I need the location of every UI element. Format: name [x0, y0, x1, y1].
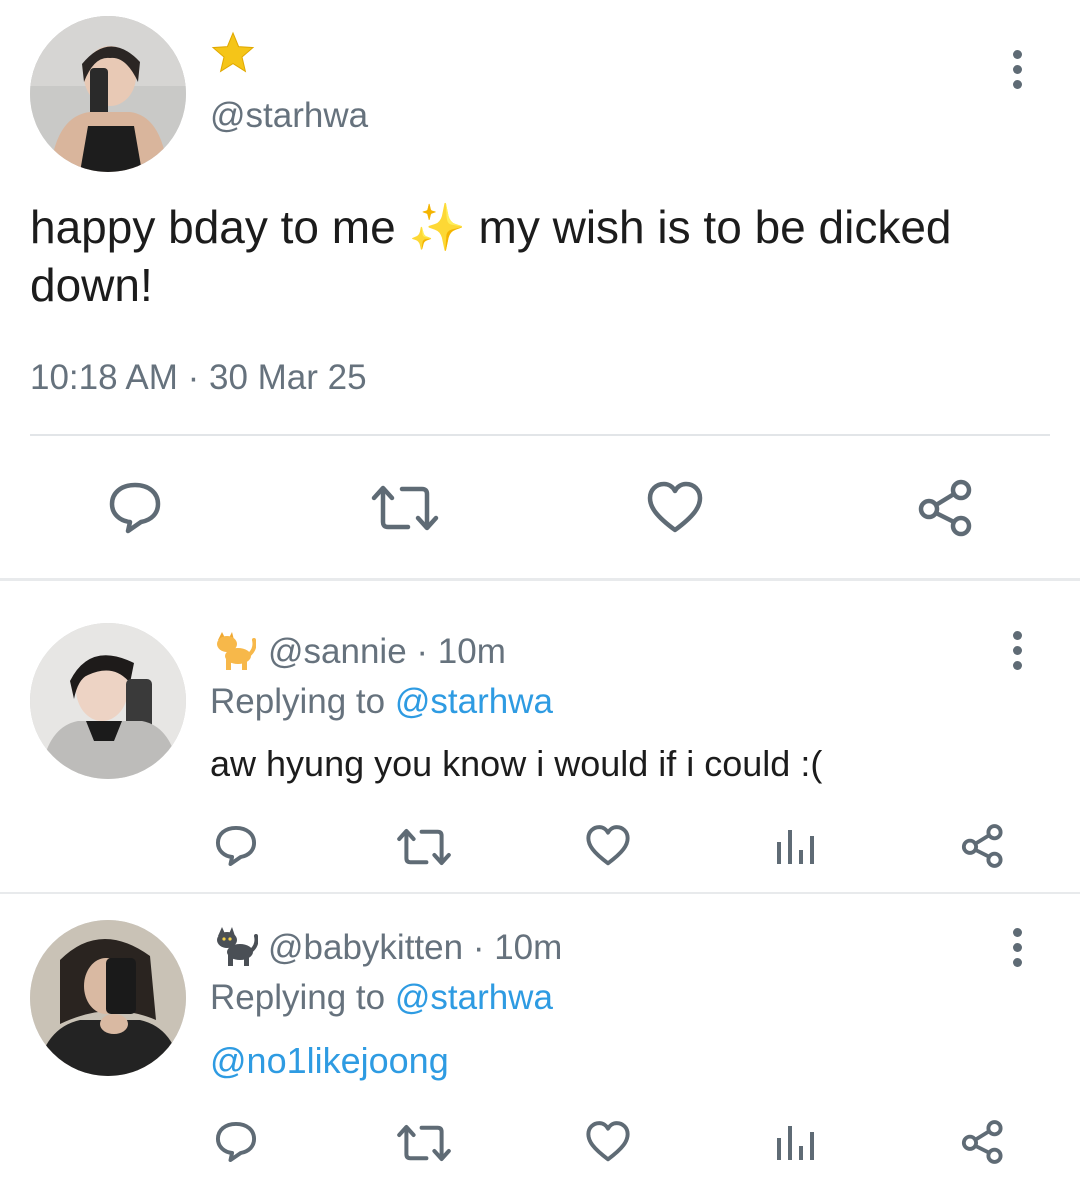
replying-to-label: Replying to: [210, 978, 386, 1017]
replying-to: Replying to @starhwa: [210, 978, 553, 1018]
section-divider: [0, 892, 1080, 894]
avatar-photo: [30, 623, 186, 779]
divider: [30, 434, 1050, 436]
star-emoji: [210, 30, 256, 76]
reply-icon[interactable]: [213, 824, 259, 868]
reply-time: · 10m: [416, 632, 506, 671]
avatar-photo: [30, 16, 186, 172]
replying-to-handle[interactable]: @starhwa: [395, 682, 553, 721]
author-handle[interactable]: @starhwa: [210, 96, 368, 136]
black-cat-emoji: [212, 924, 259, 968]
tweet-text-line-1: happy bday to me ✨ my wish is to be dick…: [30, 201, 952, 253]
mention-link[interactable]: @no1likejoong: [210, 1040, 449, 1082]
avatar[interactable]: [30, 623, 186, 779]
author-handle[interactable]: @sannie: [268, 632, 407, 671]
author-handle[interactable]: @babykitten: [268, 928, 463, 967]
more-options-icon[interactable]: [1007, 50, 1027, 89]
retweet-icon[interactable]: [396, 826, 452, 868]
cat-emoji: [212, 628, 257, 672]
more-options-icon[interactable]: [1007, 928, 1027, 967]
like-icon[interactable]: [585, 824, 631, 868]
reply-icon[interactable]: [106, 480, 164, 536]
tweet-text: happy bday to me ✨ my wish is to be dick…: [30, 198, 1040, 314]
share-icon[interactable]: [960, 823, 1006, 869]
reply-icon[interactable]: [213, 1120, 259, 1164]
more-options-icon[interactable]: [1007, 631, 1027, 670]
replying-to: Replying to @starhwa: [210, 682, 553, 722]
share-icon[interactable]: [960, 1119, 1006, 1165]
avatar[interactable]: [30, 16, 186, 172]
retweet-icon[interactable]: [370, 482, 440, 534]
share-icon[interactable]: [916, 478, 976, 538]
like-icon[interactable]: [585, 1120, 631, 1164]
views-icon[interactable]: [775, 828, 817, 866]
tweet-text-line-2: down!: [30, 259, 153, 311]
replying-to-handle[interactable]: @starhwa: [395, 978, 553, 1017]
reply-header: @sannie · 10m: [268, 632, 506, 672]
avatar[interactable]: [30, 920, 186, 1076]
retweet-icon[interactable]: [396, 1122, 452, 1164]
reply-text: aw hyung you know i would if i could :(: [210, 743, 823, 784]
like-icon[interactable]: [646, 480, 704, 536]
reply-time: · 10m: [472, 928, 563, 967]
tweet-timestamp: 10:18 AM · 30 Mar 25: [30, 358, 367, 397]
replying-to-label: Replying to: [210, 682, 386, 721]
reply-header: @babykitten · 10m: [268, 928, 562, 968]
avatar-photo: [30, 920, 186, 1076]
views-icon[interactable]: [775, 1124, 817, 1162]
section-divider: [0, 578, 1080, 581]
